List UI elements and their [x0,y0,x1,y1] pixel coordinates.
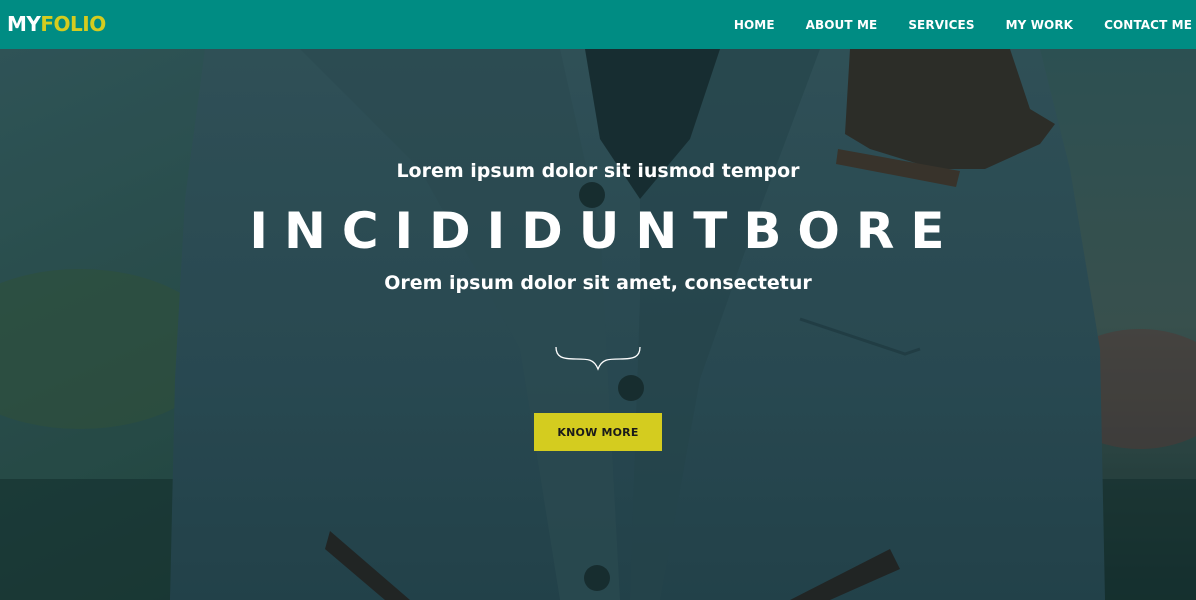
site-logo[interactable]: MYFOLIO [7,12,106,36]
nav-link-about-me[interactable]: ABOUT ME [806,18,878,32]
nav-link-my-work[interactable]: MY WORK [1006,18,1074,32]
hero-subtitle: Orem ipsum dolor sit amet, consectetur [384,272,812,294]
nav-link-home[interactable]: HOME [734,18,775,32]
logo-text-my: MY [7,12,41,36]
nav-link-contact-me[interactable]: CONTACT ME [1104,18,1192,32]
hero-content: Lorem ipsum dolor sit iusmod tempor INCI… [0,49,1196,600]
curly-brace-icon [555,346,641,371]
logo-text-folio: FOLIO [40,12,106,36]
nav-link-services[interactable]: SERVICES [908,18,974,32]
hero-section: Lorem ipsum dolor sit iusmod tempor INCI… [0,49,1196,600]
hero-title: INCIDIDUNTBORE [249,202,961,260]
know-more-button[interactable]: KNOW MORE [534,413,662,451]
main-nav: HOME ABOUT ME SERVICES MY WORK CONTACT M… [703,0,1192,49]
hero-kicker: Lorem ipsum dolor sit iusmod tempor [396,160,800,182]
top-navbar: MYFOLIO HOME ABOUT ME SERVICES MY WORK C… [0,0,1196,49]
